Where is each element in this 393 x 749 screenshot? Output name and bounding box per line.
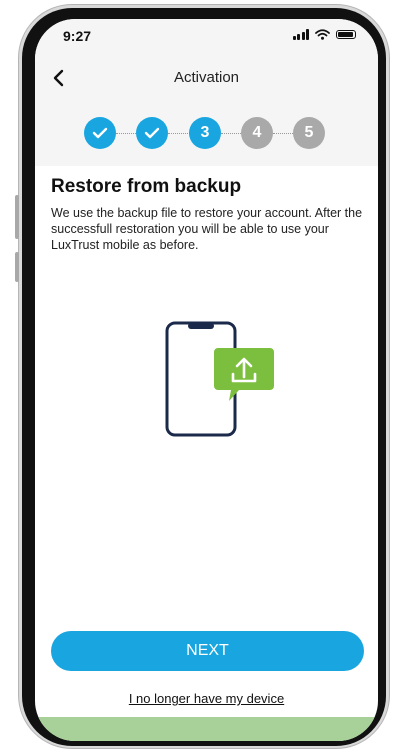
device-side-button xyxy=(15,252,19,282)
header: Activation xyxy=(35,53,378,103)
step-2 xyxy=(136,117,168,149)
signal-icon xyxy=(292,29,309,40)
step-1 xyxy=(84,117,116,149)
page-title: Activation xyxy=(173,69,240,86)
content-title: Restore from backup xyxy=(51,176,242,197)
status-bar: 9:27 xyxy=(35,19,378,53)
restore-backup-illustration xyxy=(165,321,274,437)
status-icons xyxy=(292,29,356,40)
status-time: 9:27 xyxy=(63,28,92,44)
step-3: 3 xyxy=(189,117,221,149)
battery-icon xyxy=(336,30,356,39)
next-button[interactable]: NEXT xyxy=(51,631,364,671)
checkmark-icon xyxy=(92,127,108,139)
screen: 9:27 Activation 3 4 5 Restore from backu… xyxy=(35,19,378,741)
step-5: 5 xyxy=(293,117,325,149)
bottom-band xyxy=(35,717,378,741)
no-device-link[interactable]: I no longer have my device xyxy=(35,691,378,706)
device-side-button xyxy=(15,195,19,239)
checkmark-icon xyxy=(144,127,160,139)
content-description: We use the backup file to restore your a… xyxy=(51,206,363,252)
step-4: 4 xyxy=(241,117,273,149)
wifi-icon xyxy=(315,29,330,40)
progress-stepper: 3 4 5 xyxy=(35,103,378,166)
